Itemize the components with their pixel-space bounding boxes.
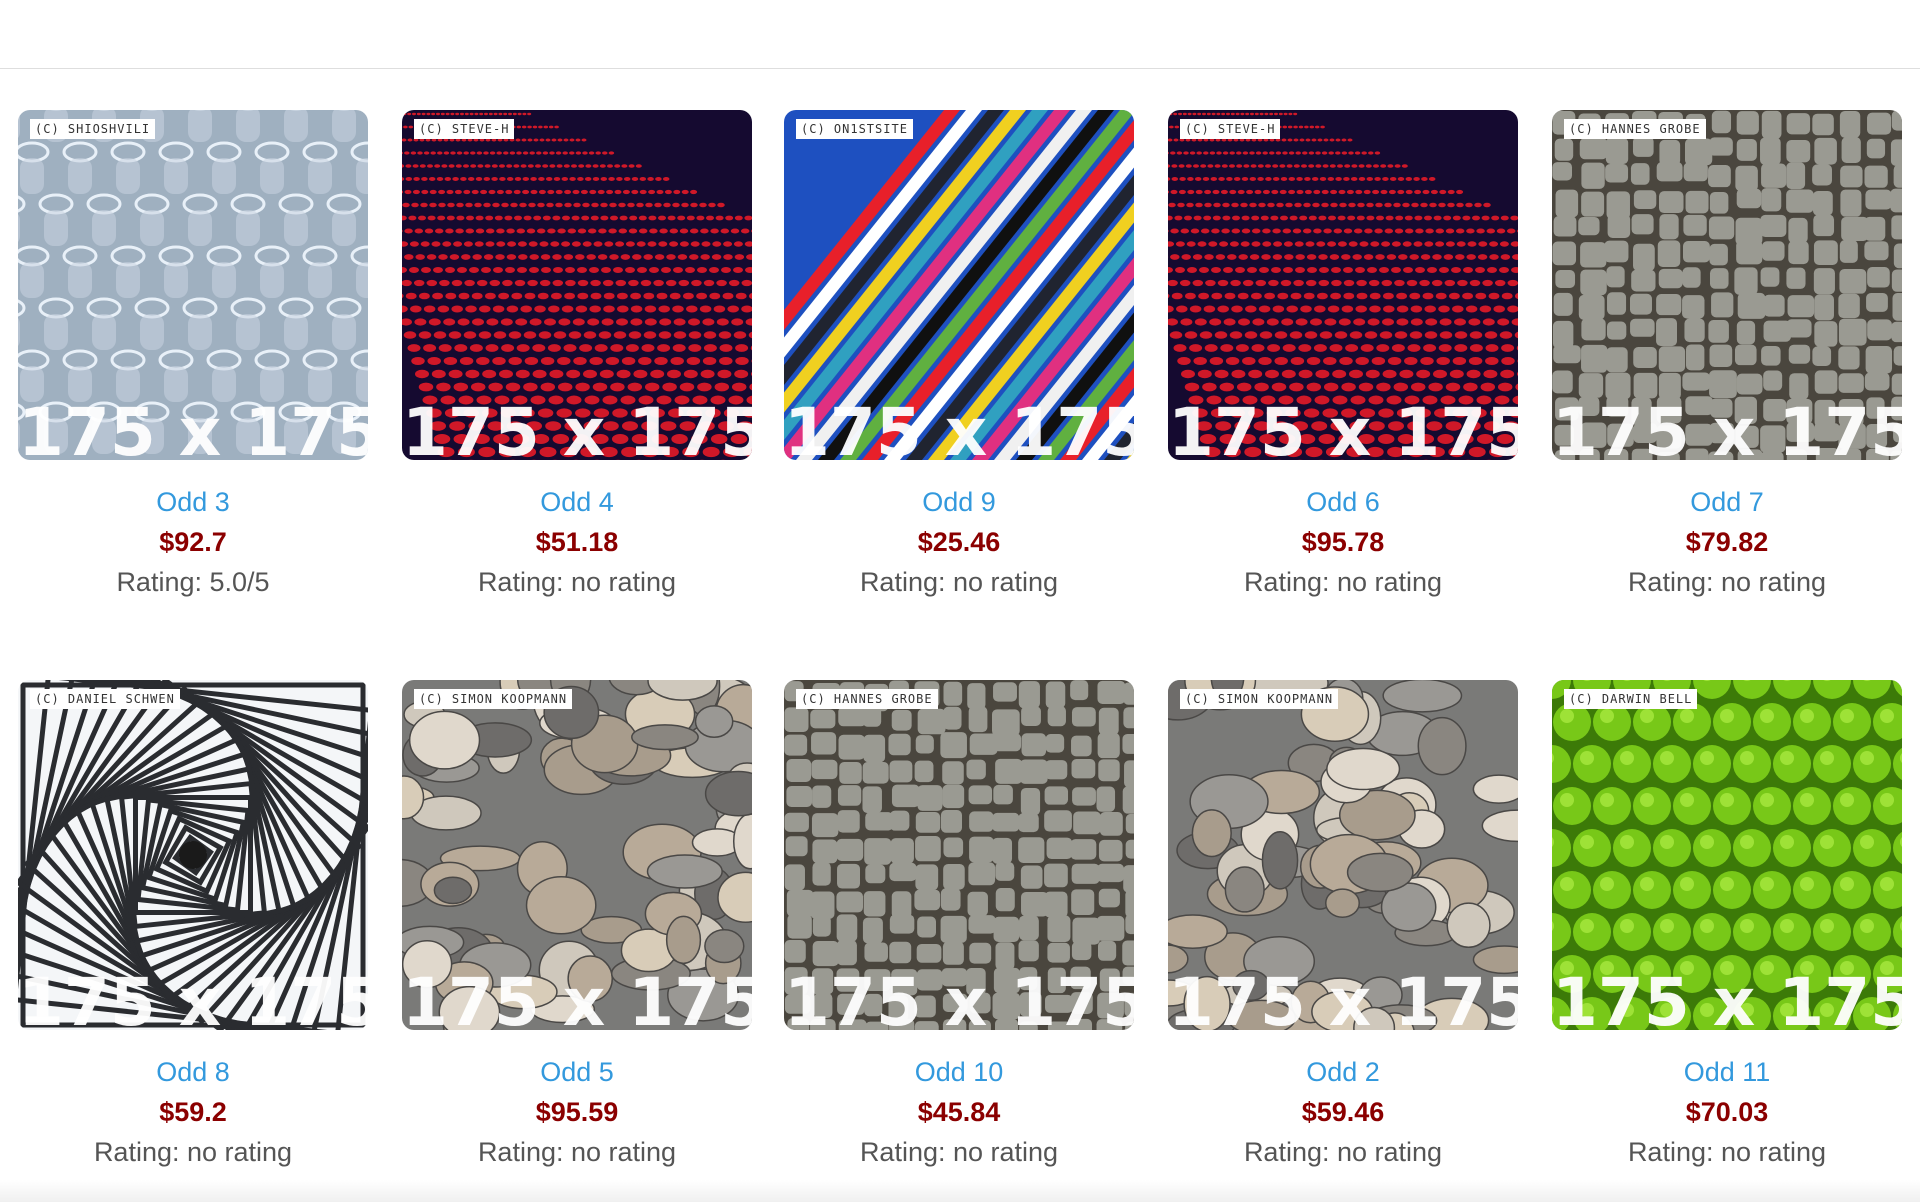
product-name-link[interactable]: Odd 10 bbox=[915, 1056, 1004, 1088]
photo-credit: (C) HANNES GROBE bbox=[796, 689, 938, 709]
product-rating: Rating: no rating bbox=[1627, 1137, 1827, 1167]
product-image[interactable]: (C) ON1STSITE 175 x 175 bbox=[784, 110, 1134, 460]
product-rating: Rating: no rating bbox=[1627, 567, 1827, 597]
product-image[interactable]: (C) STEVE-H 175 x 175 bbox=[1168, 110, 1518, 460]
photo-credit: (C) DARWIN BELL bbox=[1564, 689, 1698, 709]
product-name-link[interactable]: Odd 7 bbox=[1690, 486, 1764, 518]
image-size-label: 175 x 175 bbox=[784, 964, 1134, 1031]
product-image[interactable]: (C) SHIOSHVILI 175 x 175 bbox=[18, 110, 368, 460]
product-rating: Rating: no rating bbox=[477, 567, 677, 597]
photo-credit: (C) SIMON KOOPMANN bbox=[1180, 689, 1339, 709]
photo-credit: (C) SIMON KOOPMANN bbox=[414, 689, 573, 709]
top-header-bar bbox=[0, 0, 1920, 69]
product-name-link[interactable]: Odd 6 bbox=[1306, 486, 1380, 518]
image-size-label: 175 x 175 bbox=[1552, 964, 1902, 1031]
product-image[interactable]: (C) DARWIN BELL 175 x 175 bbox=[1552, 680, 1902, 1030]
product-card: (C) STEVE-H 175 x 175 Odd 4 $51.18 Ratin… bbox=[402, 110, 752, 598]
product-price: $59.46 bbox=[1301, 1097, 1385, 1127]
product-card: (C) SHIOSHVILI 175 x 175 Odd 3 $92.7 Rat… bbox=[18, 110, 368, 598]
product-name-link[interactable]: Odd 9 bbox=[922, 486, 996, 518]
photo-credit: (C) ON1STSITE bbox=[796, 119, 913, 139]
product-price: $45.84 bbox=[917, 1097, 1001, 1127]
product-name-link[interactable]: Odd 8 bbox=[156, 1056, 230, 1088]
product-price: $59.2 bbox=[159, 1097, 227, 1127]
photo-credit: (C) STEVE-H bbox=[414, 119, 515, 139]
product-image[interactable]: (C) DANIEL SCHWEN 175 x 175 bbox=[18, 680, 368, 1030]
image-size-label: 175 x 175 bbox=[18, 394, 368, 461]
product-card: (C) SIMON KOOPMANN 175 x 175 Odd 5 $95.5… bbox=[402, 680, 752, 1168]
product-rating: Rating: 5.0/5 bbox=[116, 567, 270, 597]
product-rating: Rating: no rating bbox=[859, 567, 1059, 597]
product-price: $25.46 bbox=[917, 527, 1001, 557]
product-name-link[interactable]: Odd 2 bbox=[1306, 1056, 1380, 1088]
product-image[interactable]: (C) STEVE-H 175 x 175 bbox=[402, 110, 752, 460]
product-price: $95.78 bbox=[1301, 527, 1385, 557]
product-image[interactable]: (C) HANNES GROBE 175 x 175 bbox=[784, 680, 1134, 1030]
image-size-label: 175 x 175 bbox=[1168, 964, 1518, 1031]
product-image[interactable]: (C) SIMON KOOPMANN 175 x 175 bbox=[402, 680, 752, 1030]
image-size-label: 175 x 175 bbox=[18, 964, 368, 1031]
image-size-label: 175 x 175 bbox=[402, 964, 752, 1031]
product-image[interactable]: (C) HANNES GROBE 175 x 175 bbox=[1552, 110, 1902, 460]
photo-credit: (C) HANNES GROBE bbox=[1564, 119, 1706, 139]
product-rating: Rating: no rating bbox=[93, 1137, 293, 1167]
product-card: (C) DANIEL SCHWEN 175 x 175 Odd 8 $59.2 … bbox=[18, 680, 368, 1168]
product-price: $79.82 bbox=[1685, 527, 1769, 557]
product-card: (C) HANNES GROBE 175 x 175 Odd 10 $45.84… bbox=[784, 680, 1134, 1168]
product-name-link[interactable]: Odd 3 bbox=[156, 486, 230, 518]
product-card: (C) STEVE-H 175 x 175 Odd 6 $95.78 Ratin… bbox=[1168, 110, 1518, 598]
product-card: (C) SIMON KOOPMANN 175 x 175 Odd 2 $59.4… bbox=[1168, 680, 1518, 1168]
product-card: (C) DARWIN BELL 175 x 175 Odd 11 $70.03 … bbox=[1552, 680, 1902, 1168]
product-card: (C) HANNES GROBE 175 x 175 Odd 7 $79.82 … bbox=[1552, 110, 1902, 598]
product-rating: Rating: no rating bbox=[1243, 567, 1443, 597]
product-card: (C) ON1STSITE 175 x 175 Odd 9 $25.46 Rat… bbox=[784, 110, 1134, 598]
bottom-edge bbox=[0, 1180, 1920, 1202]
product-rating: Rating: no rating bbox=[859, 1137, 1059, 1167]
product-rating: Rating: no rating bbox=[477, 1137, 677, 1167]
photo-credit: (C) STEVE-H bbox=[1180, 119, 1281, 139]
image-size-label: 175 x 175 bbox=[1168, 394, 1518, 461]
image-size-label: 175 x 175 bbox=[1552, 394, 1902, 461]
image-size-label: 175 x 175 bbox=[402, 394, 752, 461]
product-name-link[interactable]: Odd 5 bbox=[540, 1056, 614, 1088]
product-name-link[interactable]: Odd 11 bbox=[1684, 1056, 1771, 1088]
product-price: $95.59 bbox=[535, 1097, 619, 1127]
image-size-label: 175 x 175 bbox=[784, 394, 1134, 461]
photo-credit: (C) DANIEL SCHWEN bbox=[30, 689, 180, 709]
product-price: $92.7 bbox=[159, 527, 227, 557]
product-name-link[interactable]: Odd 4 bbox=[540, 486, 614, 518]
photo-credit: (C) SHIOSHVILI bbox=[30, 119, 156, 139]
product-price: $51.18 bbox=[535, 527, 619, 557]
product-price: $70.03 bbox=[1685, 1097, 1769, 1127]
product-image[interactable]: (C) SIMON KOOPMANN 175 x 175 bbox=[1168, 680, 1518, 1030]
product-rating: Rating: no rating bbox=[1243, 1137, 1443, 1167]
